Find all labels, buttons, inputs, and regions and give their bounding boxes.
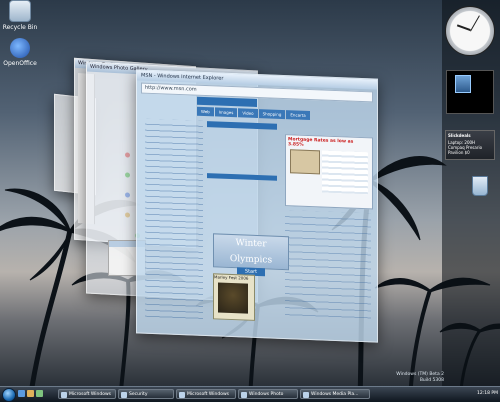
rates-table <box>322 150 368 195</box>
sidebar-recycle-bin[interactable] <box>470 176 490 202</box>
site-logo <box>197 96 257 107</box>
nav-tab-images[interactable]: Images <box>214 107 238 118</box>
story-title: Marley Fest 2006 <box>214 274 249 281</box>
house-image <box>290 149 320 175</box>
clock-gadget[interactable] <box>445 6 495 56</box>
front-window-browser[interactable]: MSN - Windows Internet Explorer http://w… <box>136 69 378 343</box>
mortgage-ad[interactable]: Mortgage Rates as low as 3.85% <box>285 134 373 210</box>
feed-gadget[interactable]: Slickdeals Laptop: 200H Compaq Presario … <box>445 130 495 160</box>
clock-time[interactable]: 12:18 PM <box>477 391 498 396</box>
nav-tab-video[interactable]: Video <box>238 108 258 119</box>
feed-title: Slickdeals <box>448 133 471 138</box>
page-text-column <box>145 118 203 321</box>
taskbar-button[interactable]: Microsoft Windows <box>176 389 236 399</box>
feed-item[interactable]: Laptop: 200H Compaq Presario Pavilion $0 <box>448 140 492 155</box>
story-marley[interactable]: Marley Fest 2006 <box>213 273 255 321</box>
section-header <box>207 121 277 130</box>
quick-launch-folder-icon[interactable] <box>27 390 34 397</box>
story-image <box>218 282 248 314</box>
quick-launch-ie-icon[interactable] <box>18 390 25 397</box>
build-watermark: Windows (TM) Beta 2 Build 5308 <box>380 372 444 384</box>
taskbar-button[interactable]: Windows Photo <box>238 389 298 399</box>
clock-minute-hand <box>470 15 480 32</box>
watermark-line2: Build 5308 <box>419 378 444 383</box>
clock-hour-hand <box>456 24 471 31</box>
slideshow-thumbnail <box>455 75 471 93</box>
slideshow-gadget[interactable] <box>446 70 494 114</box>
taskbar-button[interactable]: Security <box>118 389 174 399</box>
site-nav: Web Images Video Shopping Encarta <box>197 106 310 121</box>
nav-tab-web[interactable]: Web <box>197 106 214 117</box>
nav-tab-encarta[interactable]: Encarta <box>286 110 310 121</box>
section-header <box>207 173 277 181</box>
quick-launch-media-icon[interactable] <box>36 390 43 397</box>
system-tray[interactable]: 12:18 PM <box>440 389 498 399</box>
taskbar: Microsoft Windows Security Microsoft Win… <box>0 386 500 402</box>
recycle-bin-icon <box>472 176 488 196</box>
promo-title: Winter Olympics <box>229 238 273 266</box>
page-text-column <box>285 210 371 324</box>
olympics-promo[interactable]: Winter Olympics Start <box>213 233 289 277</box>
taskbar-button[interactable]: Microsoft Windows <box>58 389 116 399</box>
nav-tab-shopping[interactable]: Shopping <box>258 109 286 120</box>
flip-3d-window-stack: Windows Explorer Windows Photo Gallery M… <box>0 0 500 400</box>
taskbar-button[interactable]: Windows Media Pla... <box>300 389 370 399</box>
